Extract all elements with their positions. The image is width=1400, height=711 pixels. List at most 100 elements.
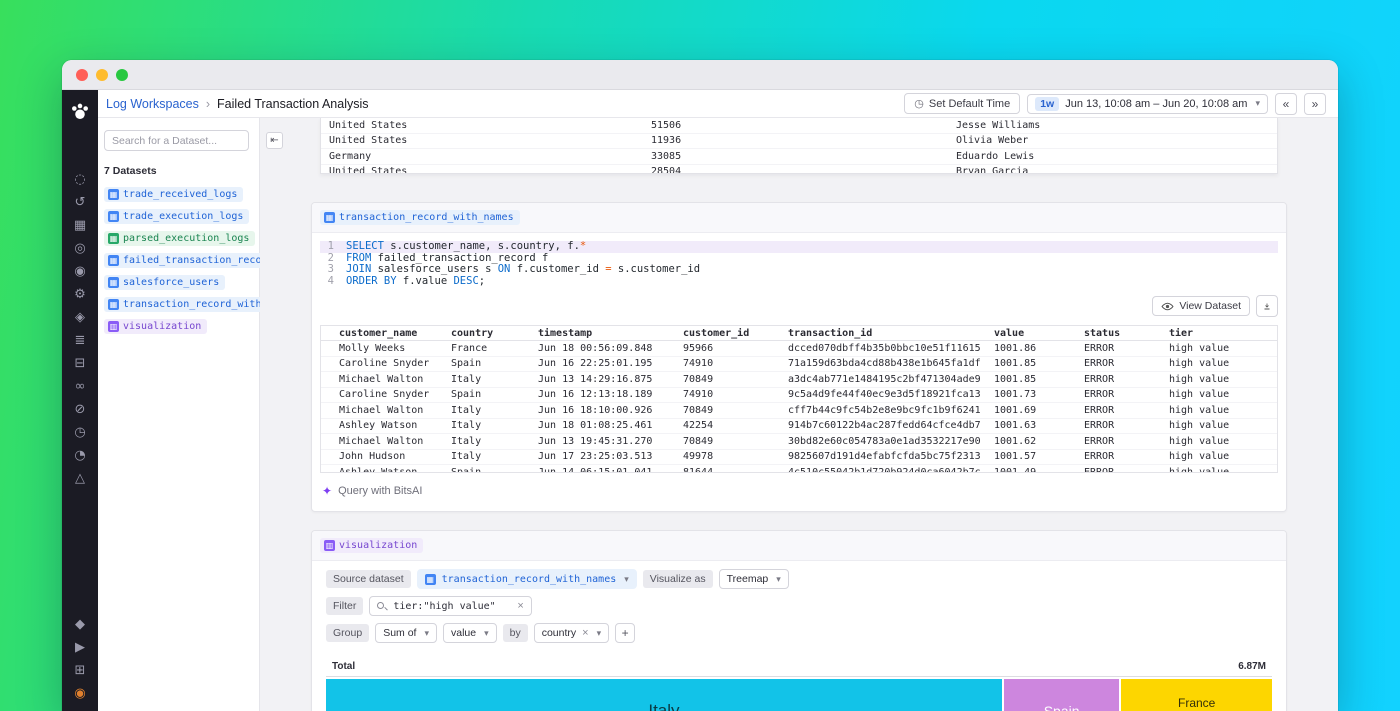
table-row[interactable]: Ashley WatsonSpainJun 14 06:15:01.041816… [321,465,1277,472]
dog-icon[interactable]: ◉ [72,687,88,701]
time-back-button[interactable]: « [1275,93,1297,115]
column-header[interactable]: transaction_id [780,328,986,339]
dashboards-icon[interactable]: ▦ [72,219,88,233]
visualize-as-select[interactable]: Treemap ▾ [719,569,789,589]
group-by-select[interactable]: country × ▾ [534,623,609,643]
source-dataset-select[interactable]: ▦ transaction_record_with_names ▾ [417,569,637,589]
dataset-chip-salesforce_users[interactable]: ▦salesforce_users [104,275,225,290]
chevron-down-icon: ▾ [424,628,429,639]
table-row[interactable]: Caroline SnyderSpainJun 16 12:13:18.1897… [321,388,1277,404]
experiments-icon[interactable]: △ [72,472,88,486]
breadcrumb-separator: › [206,97,210,111]
filter-row: Filter × [326,596,1272,616]
table-row[interactable]: Ashley WatsonItalyJun 18 01:08:25.461422… [321,419,1277,435]
links-icon[interactable]: ∞ [72,380,88,394]
minimize-button[interactable] [96,69,108,81]
chevron-down-icon: ▾ [484,628,489,639]
sql-editor[interactable]: 1SELECT s.customer_name, s.country, f.*2… [312,233,1286,291]
prev-icon: « [1283,97,1290,111]
cursor-icon[interactable]: ▶ [72,641,88,655]
query-with-bitsai-button[interactable]: ✦ Query with BitsAI [312,473,1286,511]
set-default-time-label: Set Default Time [929,98,1010,110]
profile-icon[interactable]: ◔ [72,449,88,463]
treemap-total: 6.87M [1238,661,1266,672]
table-row[interactable]: United States28504Bryan Garcia [321,165,1277,175]
pin-icon[interactable]: ◆ [72,618,88,632]
aggregation-field-select[interactable]: value ▾ [443,623,497,643]
watchdog-icon[interactable]: ◉ [72,265,88,279]
scrolled-table: United States51506Jesse WilliamsUnited S… [320,118,1278,174]
chevron-down-icon: ▾ [597,628,602,639]
result-table-body: Molly WeeksFranceJun 18 00:56:09.8489596… [321,341,1277,472]
dataset-chip-visualization[interactable]: ▥ visualization [320,538,423,553]
dataset-chip-transaction_record_with_names[interactable]: ▦ transaction_record_with_names [320,210,520,225]
layers-icon[interactable]: ⊞ [72,664,88,678]
database-icon[interactable]: ⊟ [72,357,88,371]
security-icon[interactable]: ⊘ [72,403,88,417]
dataset-chip-trade_execution_logs[interactable]: ▦trade_execution_logs [104,209,249,224]
logs-icon[interactable]: ≣ [72,334,88,348]
dataset-chip-trade_received_logs[interactable]: ▦trade_received_logs [104,187,243,202]
table-row[interactable]: Molly WeeksFranceJun 18 00:56:09.8489596… [321,341,1277,357]
column-header[interactable]: country [443,328,530,339]
main-canvas: ⇤ United States51506Jesse WilliamsUnited… [260,118,1338,711]
table-icon: ▦ [108,277,119,288]
chart-icon: ▥ [324,540,335,551]
service-map-icon[interactable]: ◈ [72,311,88,325]
dataset-chip-parsed_execution_logs[interactable]: ▦parsed_execution_logs [104,231,255,246]
table-row[interactable]: Germany33085Eduardo Lewis [321,149,1277,165]
dataset-chip-visualization[interactable]: ▥visualization [104,319,207,334]
history-icon[interactable]: ↺ [72,196,88,210]
table-row[interactable]: John HudsonItalyJun 17 23:25:03.51349978… [321,450,1277,466]
chevron-down-icon: ▾ [776,574,781,585]
table-row[interactable]: United States51506Jesse Williams [321,118,1277,134]
download-button[interactable] [1256,295,1278,317]
chevron-down-icon: ▾ [1255,98,1260,109]
column-header[interactable]: value [986,328,1076,339]
add-group-by-button[interactable]: + [615,623,635,643]
table-icon: ▦ [324,212,335,223]
treemap-block-spain[interactable]: Spain [1004,679,1119,711]
remove-group-by-icon[interactable]: × [582,628,588,639]
table-row[interactable]: United States11936Olivia Weber [321,134,1277,150]
column-header[interactable]: customer_id [675,328,780,339]
rail-bottom-icons: ◆ ▶ ⊞ ◉ [72,618,88,701]
datadog-logo[interactable] [69,101,91,123]
time-range-text: Jun 13, 10:08 am – Jun 20, 10:08 am [1065,98,1247,110]
column-header[interactable]: customer_name [321,328,443,339]
column-header[interactable]: status [1076,328,1161,339]
aggregation-value: Sum of [383,627,416,639]
set-default-time-button[interactable]: ◷ Set Default Time [904,93,1020,114]
column-header[interactable]: tier [1161,328,1281,339]
table-row[interactable]: Michael WaltonItalyJun 13 14:29:16.87570… [321,372,1277,388]
dataset-search-input[interactable] [104,130,249,151]
view-dataset-button[interactable]: View Dataset [1152,296,1250,316]
treemap-block-france[interactable]: France587.9k [1121,679,1272,711]
filter-input-box[interactable]: × [369,596,531,616]
aggregation-select[interactable]: Sum of ▾ [375,623,437,643]
filter-input[interactable] [393,601,511,612]
table-row[interactable]: Caroline SnyderSpainJun 16 22:25:01.1957… [321,357,1277,373]
page-header: Log Workspaces › Failed Transaction Anal… [98,90,1338,118]
dataset-panel: 7 Datasets ▦trade_received_logs▦trade_ex… [98,118,260,711]
monitors-icon[interactable]: ◷ [72,426,88,440]
sql-line[interactable]: 4ORDER BY f.value DESC; [320,276,1278,288]
zoom-button[interactable] [116,69,128,81]
column-header[interactable]: timestamp [530,328,675,339]
table-row[interactable]: Michael WaltonItalyJun 13 19:45:31.27070… [321,434,1277,450]
aggregation-field-value: value [451,627,476,639]
time-forward-button[interactable]: » [1304,93,1326,115]
clear-filter-icon[interactable]: × [517,601,523,612]
table-row[interactable]: Michael WaltonItalyJun 16 18:10:00.92670… [321,403,1277,419]
time-range-selector[interactable]: 1w Jun 13, 10:08 am – Jun 20, 10:08 am ▾ [1027,94,1268,114]
search-icon[interactable]: ◌ [72,173,88,187]
infrastructure-icon[interactable]: ◎ [72,242,88,256]
breadcrumb-log-workspaces[interactable]: Log Workspaces [106,97,199,111]
source-dataset-row: Source dataset ▦ transaction_record_with… [326,569,1272,589]
treemap-block-italy[interactable]: Italy [326,679,1002,711]
dataset-chip-failed_transaction_record[interactable]: ▦failed_transaction_record [104,253,280,268]
close-button[interactable] [76,69,88,81]
collapse-panel-button[interactable]: ⇤ [266,132,283,149]
apm-icon[interactable]: ⚙ [72,288,88,302]
group-by-value: country [542,627,576,639]
